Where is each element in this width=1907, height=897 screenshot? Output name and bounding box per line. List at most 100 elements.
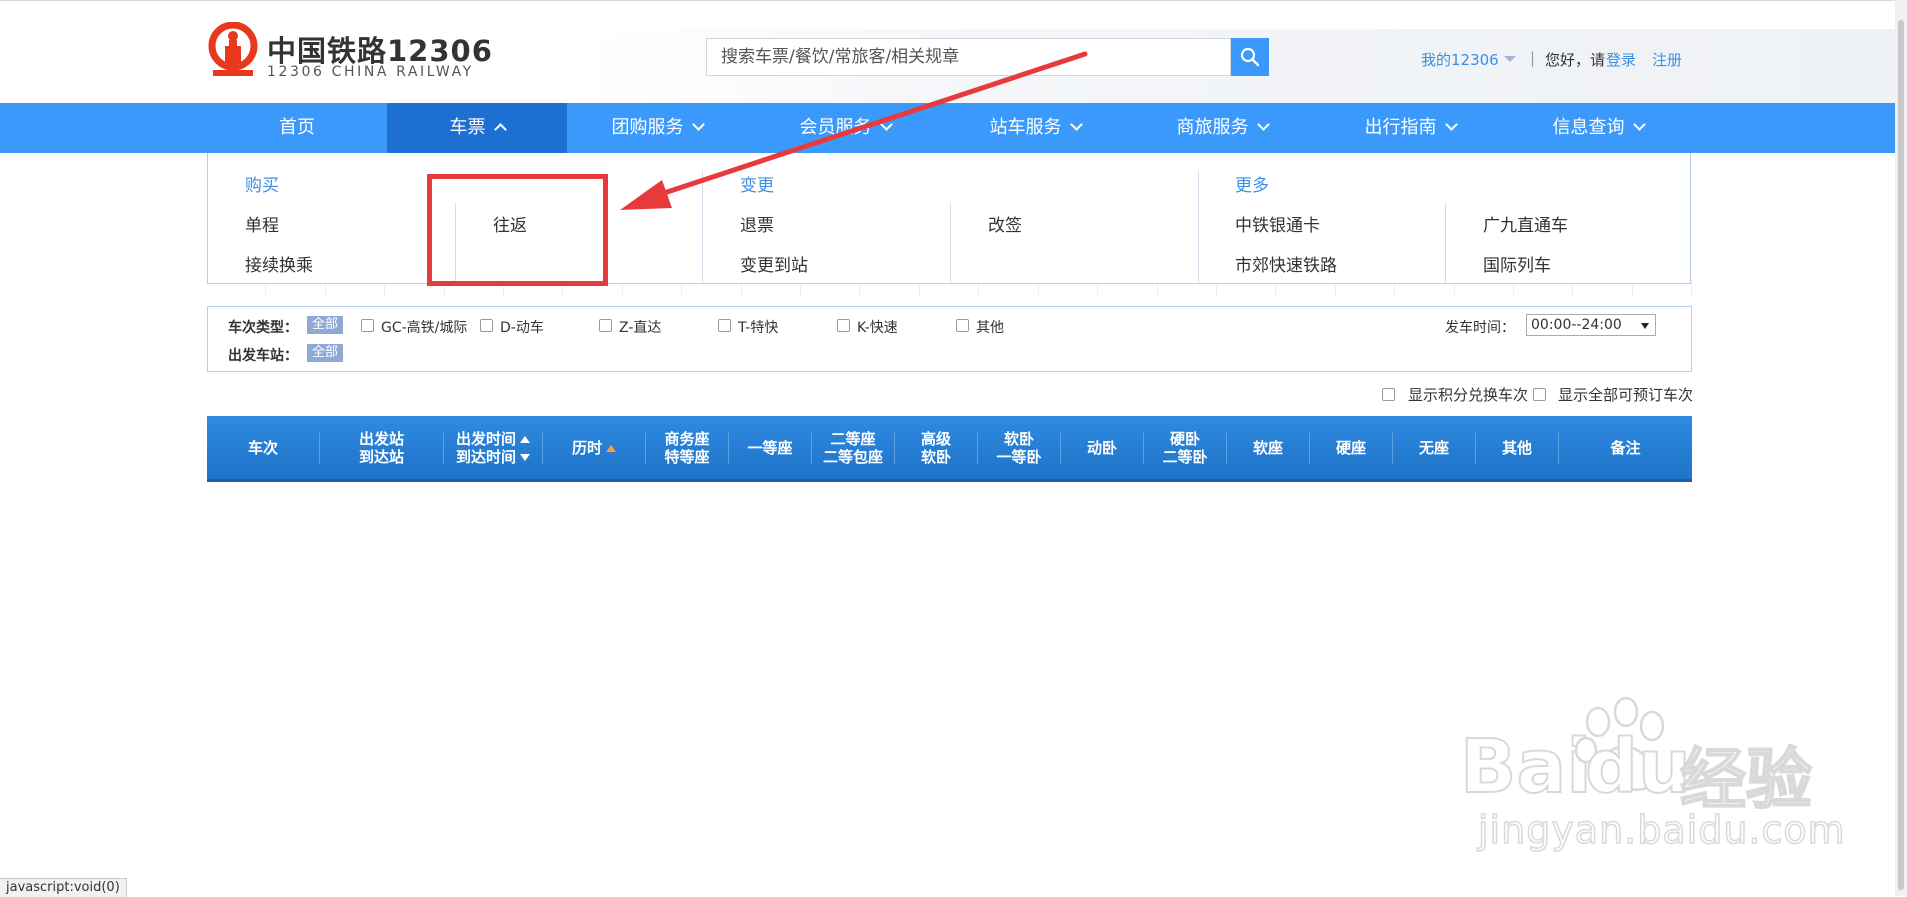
search-input[interactable]: [707, 39, 1232, 75]
annotation-highlight-box: [427, 174, 608, 286]
col-label: 商务座: [664, 429, 710, 448]
checkbox-other[interactable]: [956, 319, 969, 332]
nav-item-group-service[interactable]: 团购服务: [567, 103, 747, 153]
checkbox-z[interactable]: [599, 319, 612, 332]
menu-item-railway-card[interactable]: 中铁银通卡: [1235, 211, 1320, 236]
register-link[interactable]: 注册: [1652, 49, 1682, 70]
chevron-up-icon: [493, 123, 507, 136]
nav-item-member-service[interactable]: 会员服务: [755, 103, 935, 153]
scrollbar-thumb[interactable]: [1898, 20, 1904, 890]
nav-item-info-query[interactable]: 信息查询: [1508, 103, 1688, 153]
col-label: 出发时间: [455, 429, 516, 448]
nav-label: 首页: [279, 117, 315, 138]
dropdown-heading-more: 更多: [1235, 176, 1269, 196]
nav-item-travel-guide[interactable]: 出行指南: [1320, 103, 1500, 153]
menu-item-single-trip[interactable]: 单程: [245, 211, 279, 236]
col-stations: 出发站 到达站: [320, 416, 443, 479]
depart-time-select[interactable]: 00:00--24:00: [1526, 314, 1656, 336]
sort-asc-icon[interactable]: [606, 444, 616, 452]
chevron-down-icon: [691, 118, 705, 131]
col-other: 其他: [1476, 416, 1558, 479]
depart-time-label: 发车时间：: [1445, 320, 1515, 336]
nav-label: 会员服务: [799, 117, 872, 138]
nav-item-station-service[interactable]: 站车服务: [945, 103, 1125, 153]
col-business: 商务座 特等座: [646, 416, 728, 479]
greeting-text: 您好，请: [1545, 51, 1606, 69]
col-duration[interactable]: 历时: [543, 416, 645, 479]
points-exchange-label[interactable]: 显示积分兑换车次: [1408, 384, 1528, 405]
dropdown-divider: [1198, 171, 1199, 283]
nav-label: 站车服务: [989, 117, 1062, 138]
nav-label: 信息查询: [1552, 117, 1625, 138]
results-table-header: 车次 出发站 到达站 出发时间 到达时间 历时 商务座 特等座 一等座 二等座 二等包座…: [207, 416, 1692, 482]
dropdown-divider: [702, 171, 703, 283]
checkbox-gc[interactable]: [361, 319, 374, 332]
train-type-k-label[interactable]: K-快速: [857, 317, 898, 337]
col-label: 出发站: [358, 429, 404, 448]
menu-item-transfer[interactable]: 接续换乘: [245, 251, 313, 276]
checkbox-points-exchange[interactable]: [1382, 388, 1395, 401]
show-all-bookable-label[interactable]: 显示全部可预订车次: [1558, 384, 1693, 405]
status-bar-url: javascript:void(0): [0, 878, 127, 897]
chevron-down-icon: [1069, 118, 1083, 131]
watermark-brand-suffix: du: [1584, 723, 1692, 811]
main-nav: 首页 车票 团购服务 会员服务 站车服务 商旅服务 出行指南 信息查询: [0, 103, 1895, 153]
sort-asc-icon[interactable]: [520, 435, 530, 443]
menu-item-guangzhou-kowloon-train[interactable]: 广九直通车: [1483, 211, 1568, 236]
col-label: 软卧: [920, 447, 951, 466]
col-label: 软座: [1252, 438, 1283, 457]
chevron-down-icon[interactable]: [1504, 56, 1516, 62]
col-label: 到达时间: [455, 447, 516, 466]
sort-desc-icon[interactable]: [520, 453, 530, 461]
train-type-other-label[interactable]: 其他: [976, 317, 1004, 337]
col-train-no: 车次: [207, 416, 319, 479]
menu-item-international-train[interactable]: 国际列车: [1483, 251, 1551, 276]
col-label: 到达站: [358, 447, 404, 466]
my12306-link[interactable]: 我的12306: [1421, 49, 1499, 70]
nav-item-home[interactable]: 首页: [207, 103, 387, 153]
depart-station-all-tag[interactable]: 全部: [307, 344, 344, 362]
col-no-seat: 无座: [1393, 416, 1475, 479]
logo-title-en[interactable]: 12306 CHINA RAILWAY: [267, 64, 474, 80]
railway-logo-icon[interactable]: [205, 22, 261, 82]
dropdown-divider: [950, 203, 951, 283]
col-label: 二等卧: [1162, 447, 1208, 466]
checkbox-d[interactable]: [480, 319, 493, 332]
chevron-down-icon: [1256, 118, 1270, 131]
train-type-all-tag[interactable]: 全部: [307, 316, 344, 334]
col-label: 动卧: [1086, 438, 1117, 457]
dropdown-heading-change: 变更: [740, 176, 774, 196]
nav-item-tickets[interactable]: 车票: [387, 103, 567, 153]
col-label: 二等座: [830, 429, 876, 448]
checkbox-k[interactable]: [837, 319, 850, 332]
search-box: [706, 38, 1232, 76]
menu-item-reschedule[interactable]: 改签: [988, 211, 1022, 236]
train-type-t-label[interactable]: T-特快: [738, 317, 778, 337]
menu-item-suburban-railway[interactable]: 市郊快速铁路: [1235, 251, 1337, 276]
depart-station-label: 出发车站：: [228, 348, 298, 364]
nav-item-business-travel[interactable]: 商旅服务: [1132, 103, 1312, 153]
search-button[interactable]: [1231, 38, 1269, 76]
col-times[interactable]: 出发时间 到达时间: [444, 416, 542, 479]
col-label: 其他: [1501, 438, 1532, 457]
checkbox-t[interactable]: [718, 319, 731, 332]
header-separator: |: [1530, 49, 1536, 67]
checkbox-show-all-bookable[interactable]: [1533, 388, 1546, 401]
menu-item-change-destination[interactable]: 变更到站: [740, 251, 808, 276]
col-remarks: 备注: [1559, 416, 1692, 479]
depart-time-value: 00:00--24:00: [1531, 317, 1622, 333]
train-type-d-label[interactable]: D-动车: [500, 317, 544, 337]
train-type-z-label[interactable]: Z-直达: [619, 317, 661, 337]
col-label-row: 出发时间: [456, 430, 530, 448]
train-type-gc-label[interactable]: GC-高铁/城际: [381, 317, 467, 337]
login-link[interactable]: 登录: [1606, 49, 1636, 70]
col-label: 无座: [1418, 438, 1449, 457]
dropdown-divider: [1445, 203, 1446, 283]
menu-item-refund[interactable]: 退票: [740, 211, 774, 236]
chevron-down-icon: [1632, 118, 1646, 131]
col-emu-sleeper: 动卧: [1061, 416, 1143, 479]
col-label: 软卧: [1003, 429, 1034, 448]
search-icon: [1240, 47, 1260, 67]
col-label-row: 历时: [572, 439, 616, 457]
chevron-down-icon: [1444, 118, 1458, 131]
